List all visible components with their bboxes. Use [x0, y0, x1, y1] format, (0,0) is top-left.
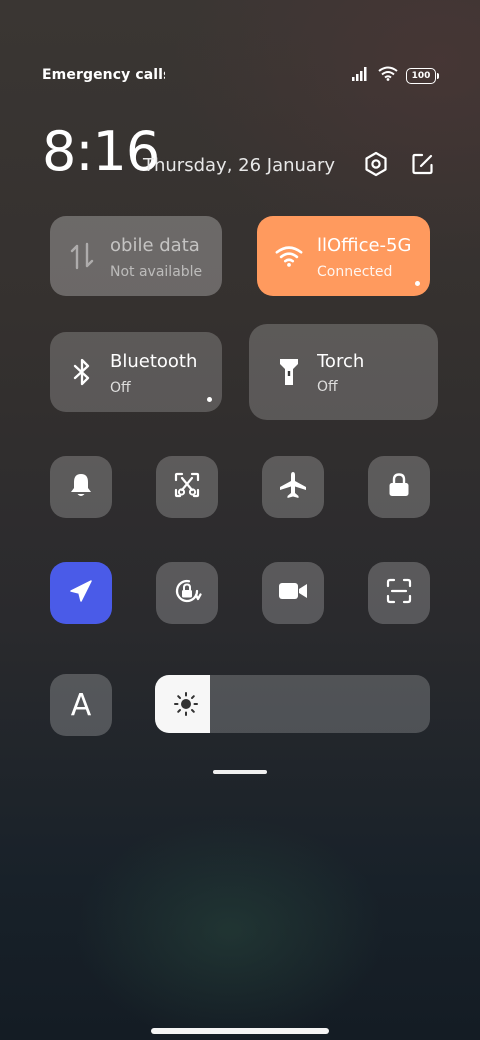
- brightness-slider[interactable]: [155, 675, 430, 733]
- screenshot-toggle[interactable]: [156, 456, 218, 518]
- screenshot-icon: [173, 471, 201, 503]
- torch-icon: [275, 358, 303, 386]
- settings-icon[interactable]: [362, 150, 390, 178]
- torch-status: Off: [317, 379, 338, 395]
- wifi-icon: [378, 66, 398, 85]
- signal-icon: [352, 66, 370, 85]
- video-camera-icon: [278, 580, 308, 606]
- scan-icon: [385, 577, 413, 609]
- panel-handle[interactable]: [213, 770, 267, 774]
- edit-icon[interactable]: [409, 150, 437, 178]
- sun-icon: [173, 691, 199, 717]
- clock: 8:16: [42, 120, 160, 183]
- mobile-data-icon: [68, 242, 96, 270]
- battery-icon: 100: [406, 67, 439, 84]
- lock-icon: [386, 471, 412, 503]
- bluetooth-label: Bluetooth: [110, 351, 198, 372]
- location-toggle[interactable]: [50, 562, 112, 624]
- wifi-tile-label: llOffice-5G: [317, 235, 412, 256]
- status-icons: 100: [352, 66, 439, 85]
- video-toggle[interactable]: [262, 562, 324, 624]
- torch-label: Torch: [317, 351, 365, 372]
- wifi-tile-icon: [275, 242, 303, 270]
- gesture-nav-bar[interactable]: [151, 1028, 329, 1034]
- location-icon: [68, 578, 94, 608]
- wifi-tile[interactable]: llOffice-5G Connected: [257, 216, 430, 296]
- torch-tile[interactable]: Torch Off: [249, 324, 438, 420]
- font-size-button[interactable]: A: [50, 674, 112, 736]
- date: Thursday, 26 January: [143, 155, 336, 176]
- scanner-toggle[interactable]: [368, 562, 430, 624]
- mobile-data-status: Not available: [110, 264, 203, 280]
- bluetooth-more-indicator: [207, 397, 212, 402]
- status-text: Emergency calls o: [42, 67, 165, 83]
- mobile-data-label: obile data: [110, 235, 200, 256]
- rotation-lock-toggle[interactable]: [156, 562, 218, 624]
- airplane-icon: [278, 470, 308, 504]
- lock-toggle[interactable]: [368, 456, 430, 518]
- mobile-data-tile[interactable]: obile data Not available: [50, 216, 222, 296]
- bell-icon: [67, 471, 95, 503]
- airplane-toggle[interactable]: [262, 456, 324, 518]
- bluetooth-tile[interactable]: Bluetooth Off: [50, 332, 222, 412]
- rotation-lock-icon: [171, 575, 203, 611]
- bluetooth-icon: [68, 358, 96, 386]
- sound-toggle[interactable]: [50, 456, 112, 518]
- wifi-tile-more-indicator: [415, 281, 420, 286]
- bluetooth-status: Off: [110, 380, 131, 396]
- wifi-tile-status: Connected: [317, 264, 393, 280]
